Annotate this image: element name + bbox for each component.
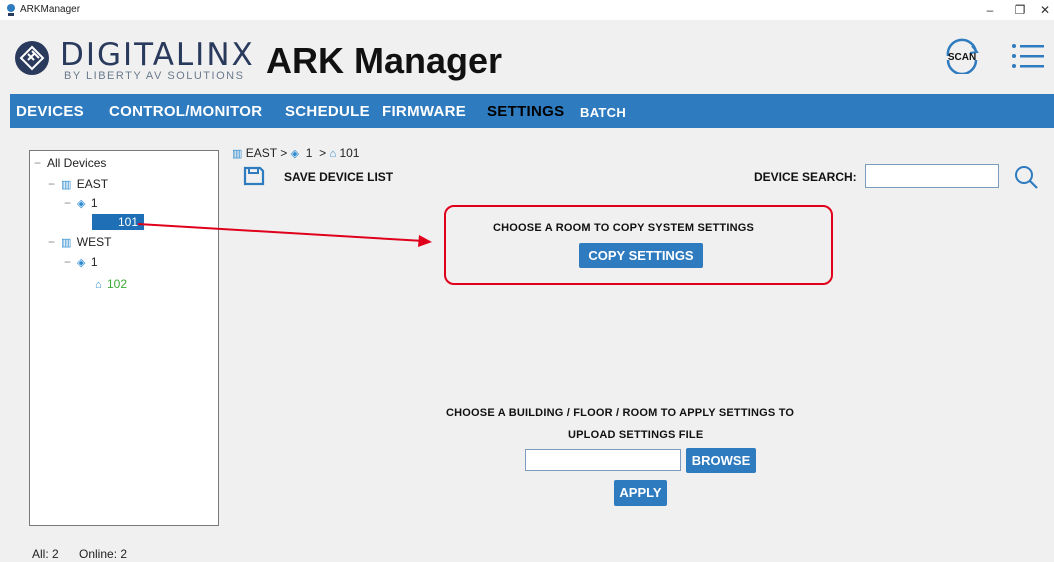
search-icon[interactable] (1013, 164, 1039, 190)
copy-settings-button[interactable]: COPY SETTINGS (579, 243, 703, 268)
tree-floor-east-1[interactable]: − ◈ 1 (64, 196, 98, 210)
collapse-icon[interactable]: − (64, 255, 71, 269)
scan-label: SCAN (948, 52, 976, 63)
menu-icon[interactable] (1010, 42, 1046, 70)
digitalinx-logo-icon (15, 41, 49, 75)
breadcrumb-separator: > (280, 146, 288, 160)
tree-root-label: All Devices (47, 156, 107, 170)
nav-batch[interactable]: BATCH (580, 105, 626, 120)
nav-devices[interactable]: DEVICES (16, 103, 84, 120)
apply-settings-prompt: CHOOSE A BUILDING / FLOOR / ROOM TO APPL… (446, 407, 795, 419)
scan-button[interactable]: SCAN (940, 38, 984, 74)
floor-label: 1 (90, 255, 98, 269)
app-icon (7, 4, 15, 16)
save-device-list-button[interactable]: SAVE DEVICE LIST (284, 170, 393, 184)
tree-floor-west-1[interactable]: − ◈ 1 (64, 255, 98, 269)
collapse-icon[interactable]: − (48, 235, 55, 249)
settings-file-input[interactable] (525, 449, 681, 471)
floor-label: 1 (90, 196, 98, 210)
collapse-icon[interactable]: − (34, 156, 41, 170)
floor-icon: ◈ (77, 257, 86, 269)
building-icon: ▥ (61, 237, 72, 249)
room-icon: ⌂ (329, 148, 337, 160)
status-all-count: All: 2 (32, 547, 59, 561)
breadcrumb-building[interactable]: EAST (246, 146, 277, 160)
floor-icon: ◈ (290, 148, 300, 160)
building-icon: ▥ (61, 179, 72, 191)
app-header: DIGITALINX BY LIBERTY AV SOLUTIONS ARK M… (0, 20, 1054, 92)
save-icon[interactable] (243, 166, 265, 186)
room-label-online: 102 (107, 277, 128, 291)
window-title: ARKManager (20, 4, 81, 15)
floor-icon: ◈ (77, 198, 86, 210)
brand-subtitle: BY LIBERTY AV SOLUTIONS (64, 70, 245, 82)
collapse-icon[interactable]: − (64, 196, 71, 210)
tree-room-101[interactable]: 101 (92, 214, 145, 230)
close-button[interactable]: ✕ (1030, 0, 1054, 20)
collapse-icon[interactable]: − (48, 177, 55, 191)
copy-settings-prompt: CHOOSE A ROOM TO COPY SYSTEM SETTINGS (493, 222, 755, 234)
room-label-selected: 101 (92, 214, 145, 230)
status-online-count: Online: 2 (79, 547, 128, 561)
apply-button[interactable]: APPLY (614, 480, 667, 506)
upload-settings-label: UPLOAD SETTINGS FILE (568, 429, 704, 441)
building-label: WEST (76, 235, 112, 249)
annotation-arrow (138, 223, 432, 247)
nav-schedule[interactable]: SCHEDULE (285, 103, 370, 120)
window-titlebar: ARKManager – ❐ ✕ (0, 0, 1054, 20)
building-icon: ▥ (232, 148, 243, 160)
device-tree: − All Devices − ▥ EAST − ◈ 1 101 − ▥ WEST − ◈… (29, 150, 219, 526)
room-icon: ⌂ (95, 279, 102, 291)
app-title: ARK Manager (266, 40, 503, 81)
brand-name: DIGITALINX (60, 37, 255, 73)
nav-settings[interactable]: SETTINGS (487, 103, 564, 120)
tree-room-102[interactable]: ⌂ 102 (95, 277, 127, 291)
breadcrumb-floor[interactable]: 1 (306, 146, 313, 160)
breadcrumb: ▥ EAST > ◈ 1 > ⌂ 101 (232, 146, 359, 160)
tree-building-west[interactable]: − ▥ WEST (48, 235, 111, 249)
device-search-input[interactable] (865, 164, 999, 188)
nav-control-monitor[interactable]: CONTROL/MONITOR (109, 103, 262, 120)
tree-building-east[interactable]: − ▥ EAST (48, 177, 108, 191)
building-label: EAST (76, 177, 109, 191)
tree-root[interactable]: − All Devices (34, 156, 106, 170)
minimize-button[interactable]: – (975, 0, 1005, 20)
nav-firmware[interactable]: FIRMWARE (382, 103, 466, 120)
device-search-label: DEVICE SEARCH: (754, 170, 857, 184)
browse-button[interactable]: BROWSE (686, 448, 756, 473)
breadcrumb-separator: > (319, 146, 327, 160)
breadcrumb-room[interactable]: 101 (339, 146, 359, 160)
main-nav: DEVICES CONTROL/MONITOR SCHEDULE FIRMWAR… (10, 94, 1054, 128)
